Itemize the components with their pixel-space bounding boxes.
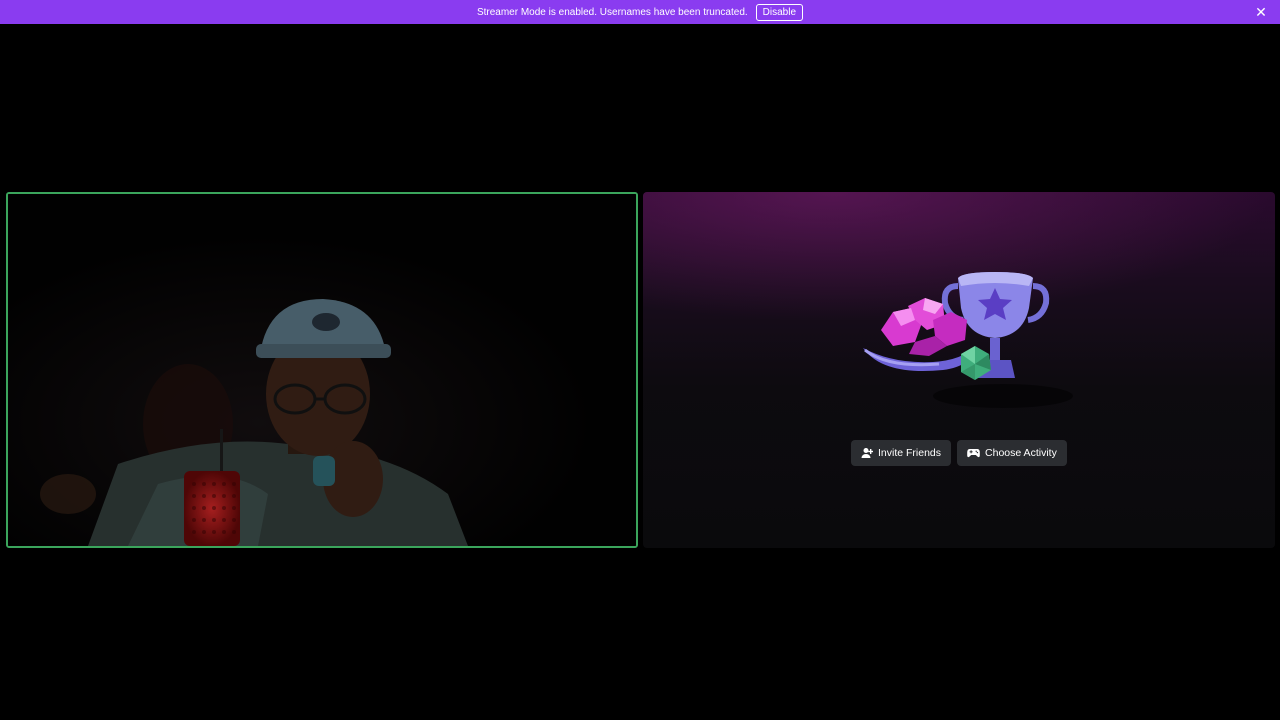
person-add-icon — [861, 448, 873, 458]
streamer-mode-message: Streamer Mode is enabled. Usernames have… — [476, 6, 748, 18]
call-view: Streamer Mode is enabled. Usernames have… — [0, 0, 1280, 720]
choose-activity-button[interactable]: Choose Activity — [957, 440, 1067, 466]
webcam-feed — [8, 194, 636, 546]
activity-actions: Invite Friends Choose Activity — [851, 440, 1067, 466]
streamer-mode-banner: Streamer Mode is enabled. Usernames have… — [0, 0, 1280, 24]
disable-streamer-mode-button[interactable]: Disable — [755, 3, 804, 21]
trophy-gems-dice-icon — [863, 272, 1073, 408]
choose-activity-label: Choose Activity — [985, 447, 1057, 459]
invite-friends-label: Invite Friends — [878, 447, 942, 459]
activity-tile: Invite Friends Choose Activity — [643, 192, 1275, 548]
gamepad-icon — [967, 449, 980, 458]
webcam-video-tile[interactable] — [6, 192, 638, 548]
close-icon[interactable]: ✕ — [1254, 4, 1268, 20]
invite-friends-button[interactable]: Invite Friends — [851, 440, 952, 466]
